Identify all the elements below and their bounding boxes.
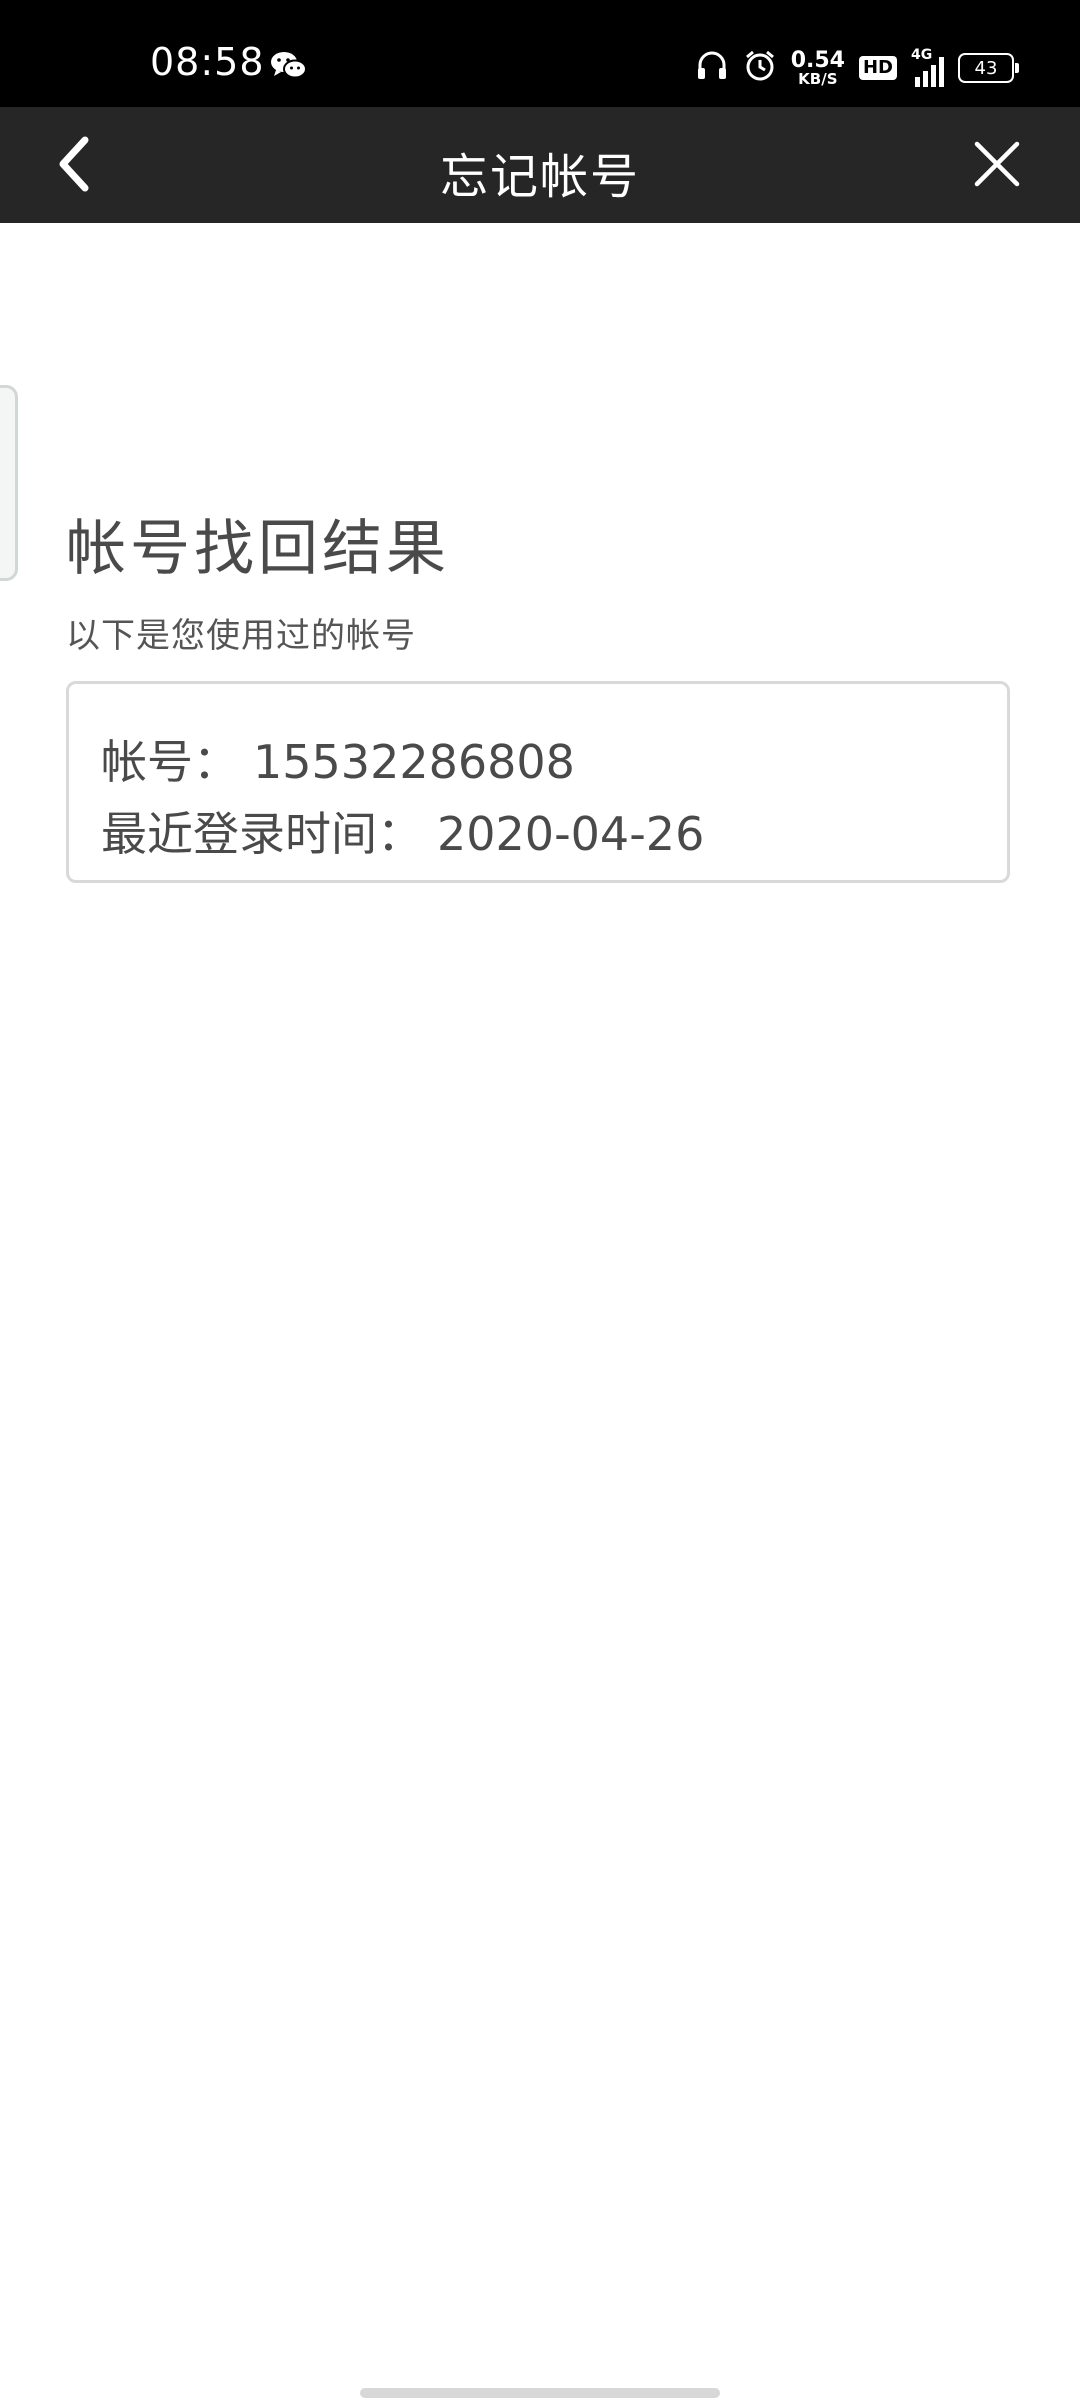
net-speed-unit: KB/S [798, 69, 838, 88]
close-icon [973, 140, 1021, 192]
network-type: 4G [911, 47, 933, 63]
account-value: 15532286808 [253, 735, 575, 789]
account-card: 帐号： 15532286808 最近登录时间： 2020-04-26 [66, 681, 1010, 883]
last-login-row: 最近登录时间： 2020-04-26 [101, 798, 704, 864]
result-title: 帐号找回结果 [66, 514, 450, 584]
result-subtitle: 以下是您使用过的帐号 [66, 616, 416, 656]
last-login-label: 最近登录时间： [101, 807, 423, 861]
home-indicator[interactable] [360, 2388, 720, 2398]
hd-badge: HD [858, 56, 897, 80]
nav-bar: 忘记帐号 [0, 107, 1080, 223]
last-login-value: 2020-04-26 [437, 807, 705, 861]
wechat-icon [270, 50, 308, 80]
account-label: 帐号： [101, 735, 239, 789]
headset-icon [695, 49, 729, 87]
side-pull-tab[interactable] [0, 385, 18, 581]
status-icons: 0.54 KB/S HD 4G 43 [695, 46, 1019, 90]
net-speed-value: 0.54 [790, 47, 845, 73]
net-speed: 0.54 KB/S [790, 47, 845, 88]
account-row: 帐号： 15532286808 [101, 726, 575, 792]
page-title: 忘记帐号 [439, 149, 640, 205]
status-time: 08:58 [150, 40, 265, 84]
signal-icon: 4G [911, 47, 944, 87]
alarm-icon [743, 49, 777, 87]
close-button[interactable] [962, 131, 1032, 201]
status-bar: 08:58 0.54 KB/S HD 4G 43 [0, 0, 1080, 107]
battery-icon: 43 [958, 53, 1019, 83]
battery-level: 43 [974, 57, 998, 79]
